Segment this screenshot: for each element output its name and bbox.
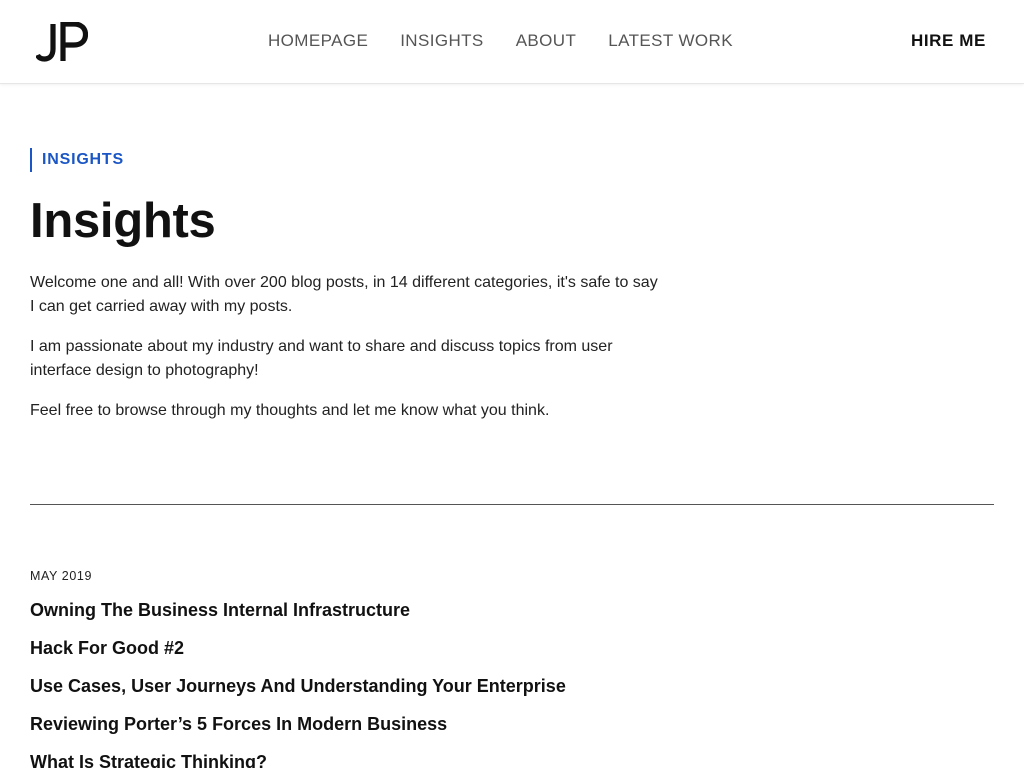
- post-link[interactable]: Owning The Business Internal Infrastruct…: [30, 597, 566, 635]
- hire-me-button[interactable]: HIRE ME: [911, 31, 986, 51]
- intro-paragraph: Welcome one and all! With over 200 blog …: [30, 274, 658, 315]
- post-link[interactable]: Hack For Good #2: [30, 635, 566, 673]
- nav-latest-work[interactable]: LATEST WORK: [608, 31, 733, 51]
- post-list: Owning The Business Internal Infrastruct…: [30, 597, 566, 768]
- nav-insights[interactable]: INSIGHTS: [400, 31, 484, 51]
- page-title: Insights: [30, 194, 216, 248]
- section-eyebrow: INSIGHTS: [30, 148, 124, 172]
- site-header: HOMEPAGE INSIGHTS ABOUT LATEST WORK HIRE…: [0, 0, 1024, 84]
- main-nav: HOMEPAGE INSIGHTS ABOUT LATEST WORK: [268, 31, 765, 51]
- post-link[interactable]: Reviewing Porter’s 5 Forces In Modern Bu…: [30, 711, 566, 749]
- intro-paragraph: Feel free to browse through my thoughts …: [30, 402, 550, 419]
- jp-logo[interactable]: [36, 22, 88, 62]
- post-link[interactable]: Use Cases, User Journeys And Understandi…: [30, 673, 566, 711]
- section-divider: [30, 504, 994, 505]
- archive-month-label: MAY 2019: [30, 569, 93, 583]
- intro-text: Welcome one and all! With over 200 blog …: [30, 271, 660, 439]
- post-link[interactable]: What Is Strategic Thinking?: [30, 749, 566, 768]
- intro-paragraph: I am passionate about my industry and wa…: [30, 338, 613, 379]
- nav-homepage[interactable]: HOMEPAGE: [268, 31, 368, 51]
- nav-about[interactable]: ABOUT: [516, 31, 577, 51]
- jp-logo-mark: [36, 22, 88, 62]
